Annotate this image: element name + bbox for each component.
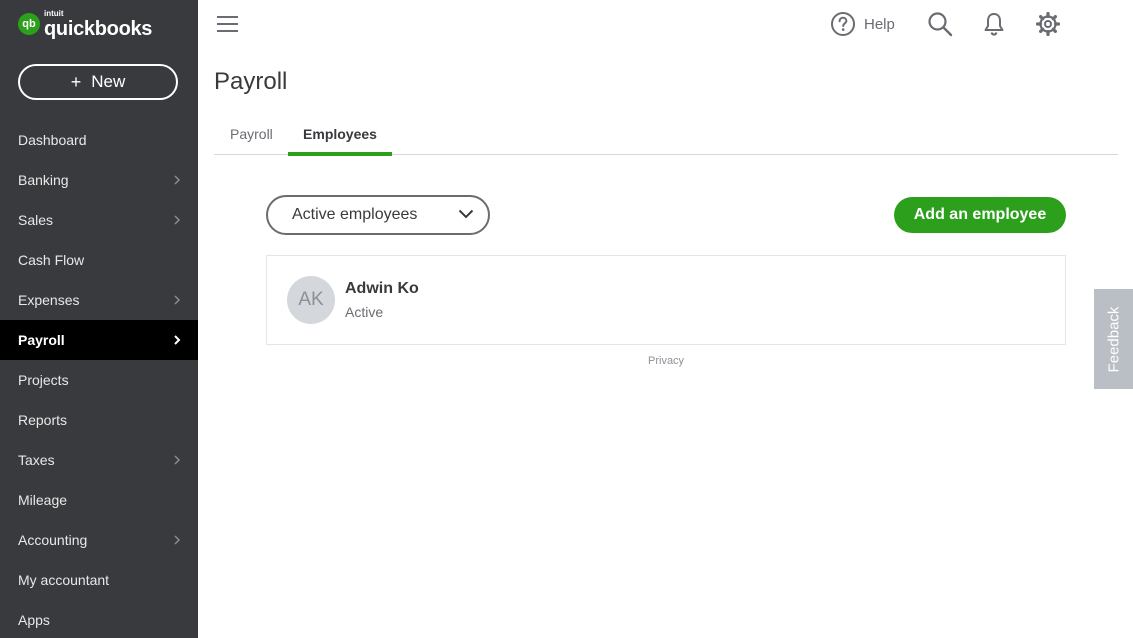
sidebar-item-label: Expenses <box>18 292 80 308</box>
tab-employees[interactable]: Employees <box>288 122 392 156</box>
help-button[interactable]: Help <box>830 11 895 37</box>
chevron-right-icon <box>172 535 182 545</box>
sidebar-item-label: Payroll <box>18 332 65 348</box>
avatar: AK <box>287 276 335 324</box>
logo-intuit-text: intuit <box>44 8 64 18</box>
sidebar-item-label: Reports <box>18 412 68 428</box>
tab-bar: Payroll Employees <box>214 122 1118 156</box>
sidebar-item-label: My accountant <box>18 572 110 588</box>
bell-icon[interactable] <box>981 11 1007 37</box>
new-button[interactable]: + New <box>18 64 178 100</box>
privacy-link[interactable]: Privacy <box>648 355 684 367</box>
sidebar-nav: Dashboard Banking Sales Cash Flow Expens… <box>0 120 198 638</box>
tab-payroll[interactable]: Payroll <box>230 122 273 155</box>
plus-icon: + <box>70 72 82 92</box>
feedback-label: Feedback <box>1105 306 1122 372</box>
sidebar-item-my-accountant[interactable]: My accountant <box>0 560 198 600</box>
sidebar-item-label: Accounting <box>18 532 88 548</box>
sidebar-item-banking[interactable]: Banking <box>0 160 198 200</box>
chevron-right-icon <box>172 295 182 305</box>
sidebar-item-sales[interactable]: Sales <box>0 200 198 240</box>
sidebar-item-label: Sales <box>18 212 54 228</box>
sidebar-item-label: Dashboard <box>18 132 87 148</box>
chevron-right-icon <box>172 175 182 185</box>
sidebar-item-cash-flow[interactable]: Cash Flow <box>0 240 198 280</box>
sidebar-item-mileage[interactable]: Mileage <box>0 480 198 520</box>
add-employee-button[interactable]: Add an employee <box>894 197 1066 233</box>
new-button-label: New <box>91 72 126 91</box>
sidebar-item-projects[interactable]: Projects <box>0 360 198 400</box>
sidebar-item-reports[interactable]: Reports <box>0 400 198 440</box>
sidebar-item-label: Apps <box>18 612 50 628</box>
sidebar-item-label: Projects <box>18 372 69 388</box>
filter-selected-value: Active employees <box>292 206 418 223</box>
hamburger-menu-icon[interactable] <box>216 14 240 34</box>
chevron-down-icon <box>458 206 474 224</box>
sidebar: qb intuit quickbooks + New Dashboard Ban… <box>0 0 198 638</box>
sidebar-item-label: Taxes <box>18 452 55 468</box>
sidebar-item-expenses[interactable]: Expenses <box>0 280 198 320</box>
search-icon[interactable] <box>927 11 953 37</box>
sidebar-item-accounting[interactable]: Accounting <box>0 520 198 560</box>
topbar-actions: Help <box>830 8 1061 40</box>
quickbooks-logo[interactable]: qb intuit quickbooks <box>18 8 153 40</box>
help-label: Help <box>864 15 895 33</box>
chevron-right-icon <box>172 335 182 345</box>
sidebar-item-label: Banking <box>18 172 69 188</box>
chevron-right-icon <box>172 455 182 465</box>
sidebar-item-dashboard[interactable]: Dashboard <box>0 120 198 160</box>
chevron-right-icon <box>172 215 182 225</box>
gear-icon[interactable] <box>1035 11 1061 37</box>
feedback-tab[interactable]: Feedback <box>1094 289 1133 389</box>
employee-name: Adwin Ko <box>345 280 419 297</box>
page-title: Payroll <box>214 68 288 95</box>
quickbooks-logo-icon: qb <box>18 13 40 35</box>
sidebar-item-label: Cash Flow <box>18 252 85 268</box>
sidebar-item-taxes[interactable]: Taxes <box>0 440 198 480</box>
employee-status: Active <box>345 304 384 320</box>
logo-name-text: quickbooks <box>44 17 153 40</box>
employee-card[interactable]: AK Adwin Ko Active <box>266 255 1066 345</box>
sidebar-item-label: Mileage <box>18 492 68 508</box>
help-icon <box>830 11 856 37</box>
employee-status-filter[interactable]: Active employees <box>266 195 490 235</box>
sidebar-item-payroll[interactable]: Payroll <box>0 320 198 360</box>
sidebar-item-apps[interactable]: Apps <box>0 600 198 638</box>
